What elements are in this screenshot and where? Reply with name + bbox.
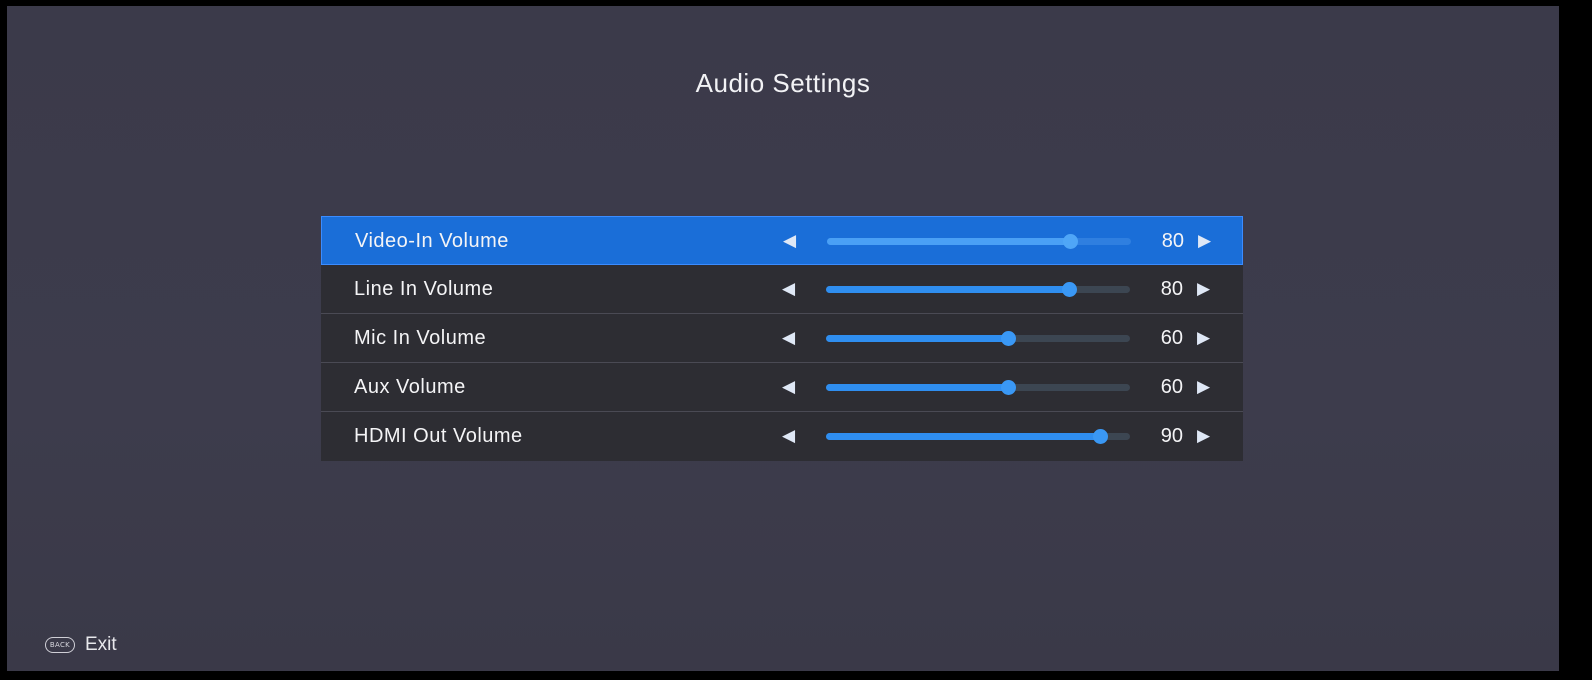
decrease-arrow-icon[interactable]: ◀ <box>782 265 795 313</box>
volume-slider-fill <box>826 286 1070 293</box>
decrease-arrow-icon[interactable]: ◀ <box>782 412 795 460</box>
increase-arrow-icon[interactable]: ▶ <box>1198 217 1211 265</box>
setting-row[interactable]: Line In Volume ◀ 80 ▶ <box>321 265 1243 314</box>
page-title: Audio Settings <box>695 68 871 98</box>
decrease-arrow-icon[interactable]: ◀ <box>782 363 795 411</box>
setting-row[interactable]: HDMI Out Volume ◀ 90 ▶ <box>321 412 1243 461</box>
volume-slider[interactable] <box>826 429 1130 444</box>
decrease-arrow-icon[interactable]: ◀ <box>783 217 796 265</box>
volume-value: 80 <box>1160 278 1183 300</box>
volume-value: 60 <box>1160 376 1183 398</box>
back-button-icon[interactable]: BACK <box>45 637 75 653</box>
volume-slider-fill <box>827 238 1071 245</box>
audio-settings-menu: Video-In Volume ◀ 80 ▶ Line In Volume ◀ 80 ▶ Mic… <box>321 216 1243 461</box>
exit-label: Exit <box>85 634 117 655</box>
volume-slider-knob[interactable] <box>1092 429 1108 444</box>
volume-slider-fill <box>826 335 1009 342</box>
volume-value: 80 <box>1161 230 1184 252</box>
setting-row[interactable]: Aux Volume ◀ 60 ▶ <box>321 363 1243 412</box>
volume-slider-knob[interactable] <box>1063 234 1079 249</box>
volume-slider-knob[interactable] <box>1001 331 1017 346</box>
setting-row[interactable]: Video-In Volume ◀ 80 ▶ <box>321 216 1243 265</box>
volume-slider-fill <box>826 384 1009 391</box>
increase-arrow-icon[interactable]: ▶ <box>1197 363 1210 411</box>
volume-slider-fill <box>826 433 1100 440</box>
volume-slider[interactable] <box>826 331 1130 346</box>
increase-arrow-icon[interactable]: ▶ <box>1197 314 1210 362</box>
audio-settings-screen: Audio Settings Video-In Volume ◀ 80 ▶ Line I… <box>7 6 1559 671</box>
volume-value: 60 <box>1160 327 1183 349</box>
setting-label: Mic In Volume <box>354 327 487 349</box>
setting-row[interactable]: Mic In Volume ◀ 60 ▶ <box>321 314 1243 363</box>
setting-label: Aux Volume <box>354 376 466 398</box>
setting-label: Line In Volume <box>354 278 494 300</box>
volume-slider[interactable] <box>826 380 1130 395</box>
volume-value: 90 <box>1160 425 1183 447</box>
footer-hint: BACK Exit <box>45 632 117 658</box>
decrease-arrow-icon[interactable]: ◀ <box>782 314 795 362</box>
volume-slider-knob[interactable] <box>1001 380 1017 395</box>
volume-slider-knob[interactable] <box>1062 282 1078 297</box>
increase-arrow-icon[interactable]: ▶ <box>1197 412 1210 460</box>
increase-arrow-icon[interactable]: ▶ <box>1197 265 1210 313</box>
setting-label: Video-In Volume <box>355 230 509 252</box>
volume-slider[interactable] <box>826 282 1130 297</box>
setting-label: HDMI Out Volume <box>354 425 523 447</box>
volume-slider[interactable] <box>827 234 1131 249</box>
